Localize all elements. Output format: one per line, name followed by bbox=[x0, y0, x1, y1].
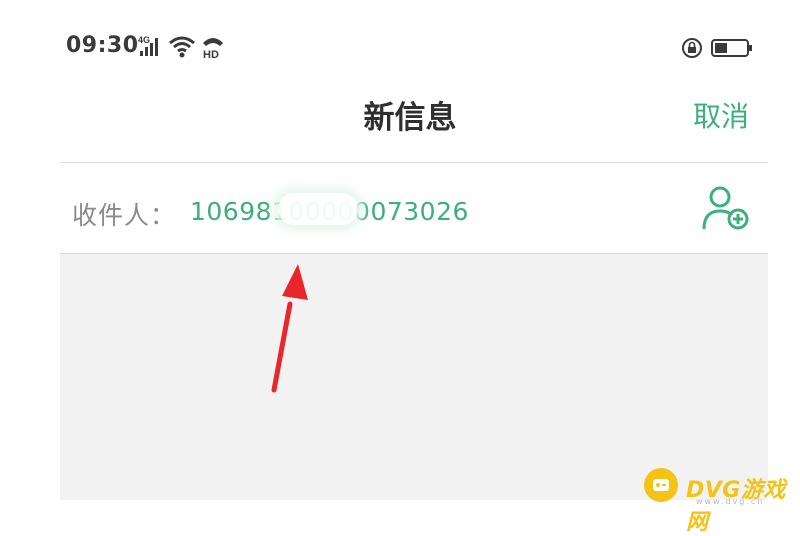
watermark-sub: www.dvg.cn bbox=[696, 497, 765, 506]
signal-icon: 4G bbox=[138, 35, 158, 56]
watermark-logo-icon bbox=[644, 468, 678, 502]
status-bar: 09:30 4G HD bbox=[0, 0, 800, 80]
hd-label: HD bbox=[203, 49, 219, 60]
status-icons-right bbox=[682, 38, 752, 58]
recipient-row[interactable]: 收件人： 10698100000073026 bbox=[60, 163, 768, 253]
network-type-label: 4G bbox=[138, 35, 150, 45]
battery-icon bbox=[711, 39, 752, 57]
status-time: 09:30 bbox=[66, 33, 139, 58]
redaction-blur bbox=[278, 193, 358, 225]
wifi-icon bbox=[169, 36, 195, 58]
cancel-button[interactable]: 取消 bbox=[693, 95, 749, 135]
message-compose-area[interactable] bbox=[60, 254, 768, 500]
recipient-label: 收件人： bbox=[72, 201, 177, 230]
hd-call-icon: HD bbox=[203, 38, 223, 60]
status-icons-left: 4G HD bbox=[138, 35, 223, 60]
orientation-lock-icon bbox=[682, 38, 702, 58]
add-contact-icon[interactable] bbox=[700, 185, 750, 231]
annotation-arrow-icon bbox=[271, 264, 308, 393]
page-title: 新信息 bbox=[363, 100, 457, 136]
watermark: DVG游戏网 www.dvg.cn bbox=[636, 466, 796, 535]
